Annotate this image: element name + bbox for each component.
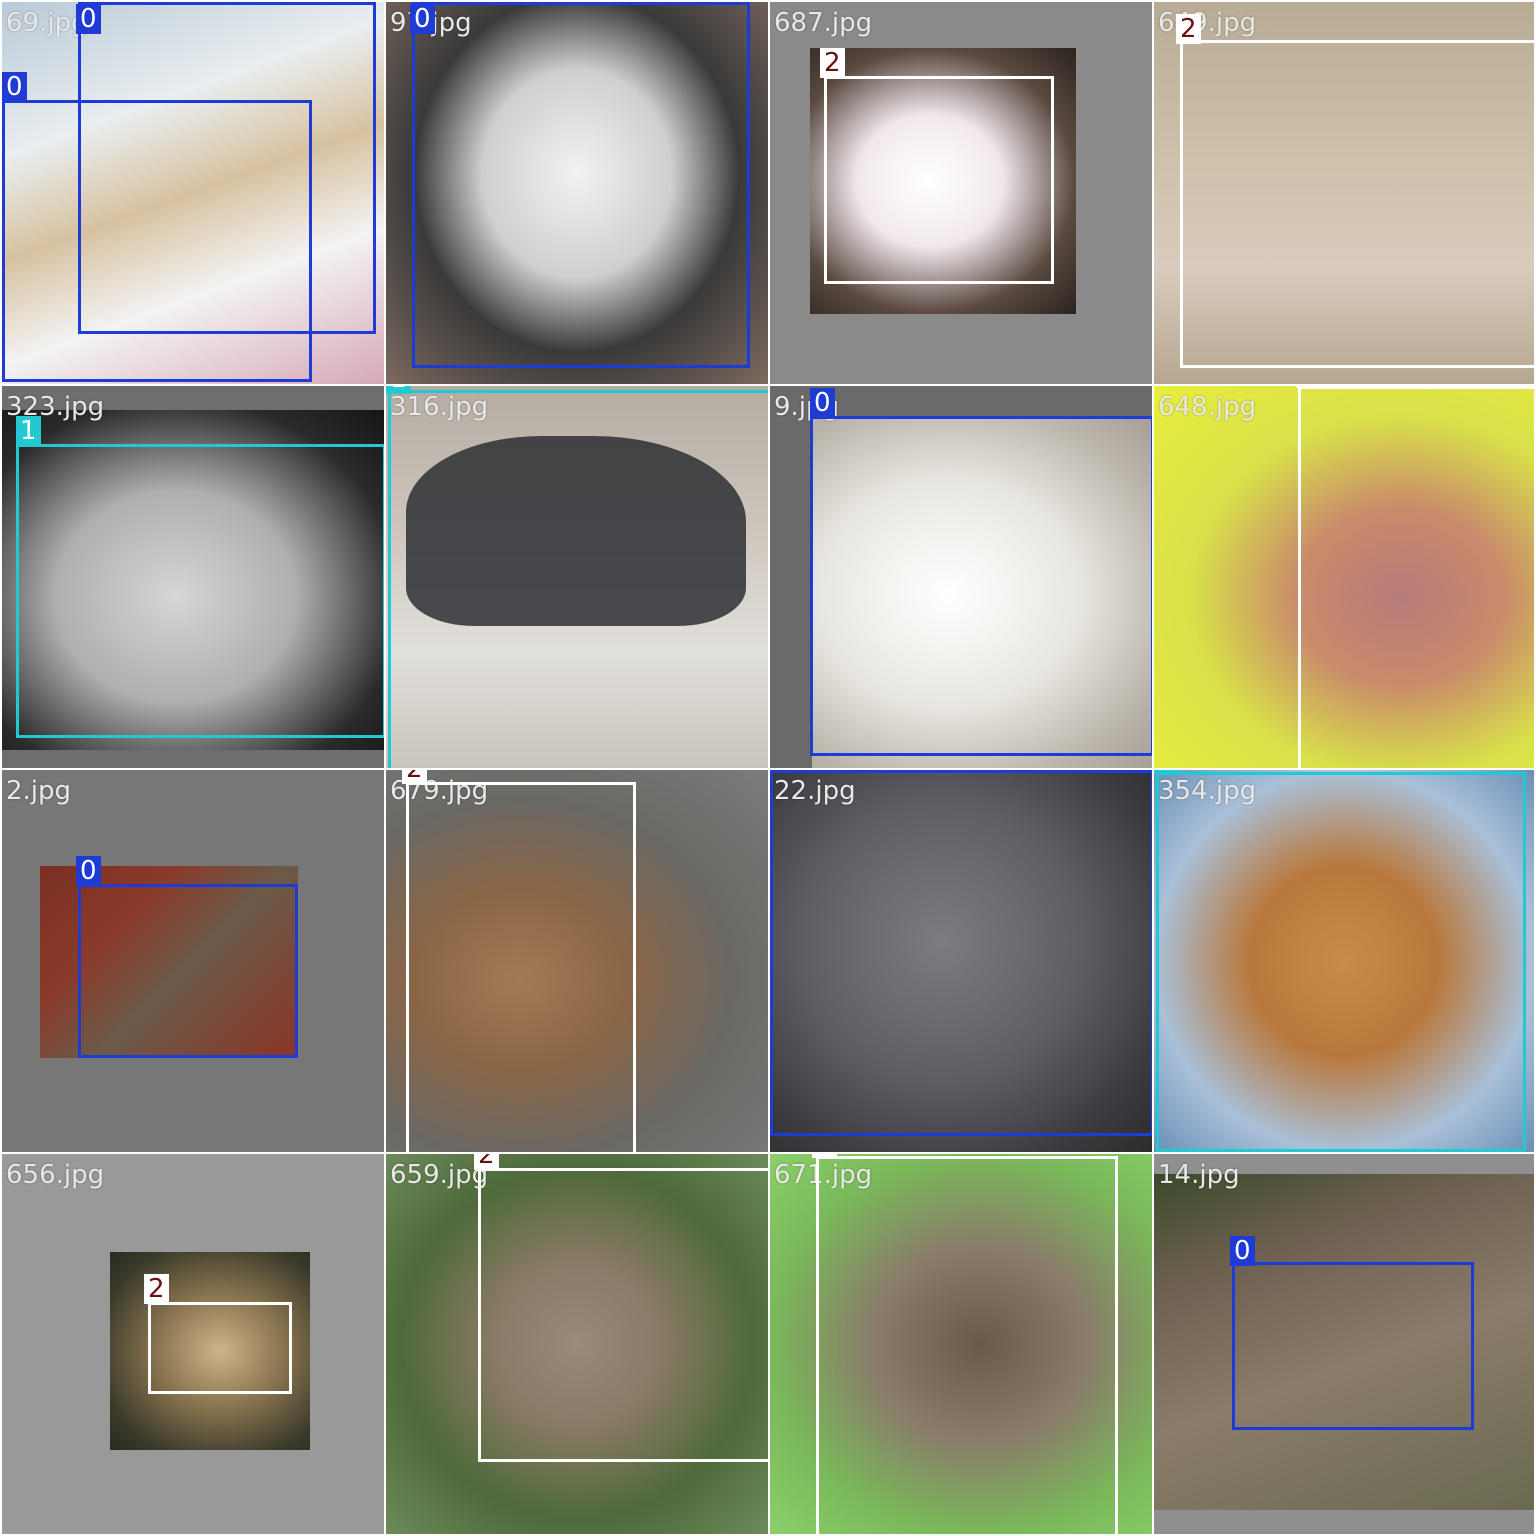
mosaic-tile: 659.jpg 2 [384,1152,770,1536]
class-label: 2 [820,48,845,78]
mosaic-tile: 679.jpg 2 [384,768,770,1154]
class-label: 2 [144,1274,169,1304]
image-filename: 656.jpg [6,1160,105,1190]
bounding-box [478,1168,768,1462]
mosaic-tile: 687.jpg 2 [768,0,1154,386]
class-label: 0 [410,4,435,34]
mosaic-tile: 649.jpg 2 [1152,0,1536,386]
mosaic-tile: 354.jpg 1 [1152,768,1536,1154]
mosaic-tile: 316.jpg 1 [384,384,770,770]
class-label: 0 [76,4,101,34]
mosaic-tile: 656.jpg 2 [0,1152,386,1536]
class-label: 0 [770,770,793,772]
class-label: 1 [16,416,41,446]
bounding-box [406,782,636,1152]
bounding-box [412,2,750,368]
image-filename: 687.jpg [774,8,873,38]
mosaic-tile: 69.jpg 0 0 [0,0,386,386]
image-filename: 2.jpg [6,776,72,806]
class-label: 2 [1296,386,1321,388]
class-label: 0 [76,856,101,886]
image-filename: 649.jpg [1158,8,1257,38]
mosaic-tile: 648.jpg 2 [1152,384,1536,770]
mosaic-tile: 22.jpg 0 [768,768,1154,1154]
class-label: 2 [474,1154,499,1170]
class-label: 2 [1176,14,1201,44]
image-filename: 648.jpg [1158,392,1257,422]
bounding-box [810,416,1152,756]
class-label: 1 [1154,770,1179,774]
bounding-box [1180,40,1534,368]
bounding-box [148,1302,292,1394]
class-label: 0 [2,72,27,102]
mosaic-tile: 97.jpg 0 [384,0,770,386]
bounding-box [1156,772,1526,1152]
image-filename: 14.jpg [1158,1160,1240,1190]
mosaic-tile: 14.jpg 0 [1152,1152,1536,1536]
mosaic-tile: 2.jpg 0 [0,768,386,1154]
class-label: 2 [812,1154,837,1158]
bounding-box [1232,1262,1474,1430]
class-label: 0 [810,388,835,418]
class-label: 1 [386,386,411,394]
bounding-box [1298,386,1534,768]
bounding-box [78,884,298,1058]
bounding-box [816,1156,1118,1534]
class-label: 2 [402,770,427,784]
bounding-box [2,100,312,382]
bounding-box [770,770,1152,1136]
mosaic-tile: 9.jpg 0 [768,384,1154,770]
bounding-box [824,76,1054,284]
training-batch-mosaic: 69.jpg 0 0 97.jpg 0 687.jpg 2 649.jpg 2 … [0,0,1536,1536]
class-label: 0 [1230,1236,1255,1266]
bounding-box [388,390,768,768]
mosaic-tile: 671.jpg 2 [768,1152,1154,1536]
mosaic-tile: 323.jpg 1 [0,384,386,770]
bounding-box [16,444,384,738]
